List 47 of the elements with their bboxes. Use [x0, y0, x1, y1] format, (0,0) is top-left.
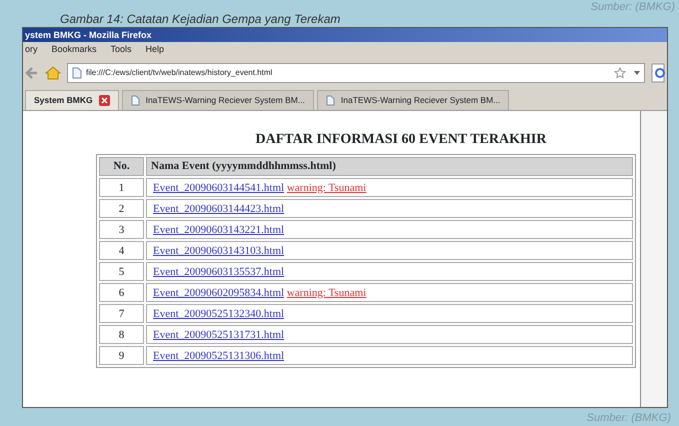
tab-label: InaTEWS-Warning Reciever System BM... — [340, 94, 500, 107]
browser-tab[interactable]: System BMKG — [25, 90, 119, 110]
event-link[interactable]: Event_20090603143103.html — [153, 244, 284, 256]
page-icon — [130, 95, 140, 106]
scrollbar[interactable] — [640, 111, 667, 407]
event-link[interactable]: Event_20090525131306.html — [153, 350, 284, 362]
event-link[interactable]: Event_20090603144423.html — [153, 202, 284, 214]
caret-icon[interactable] — [634, 71, 640, 75]
window-title: ystem BMKG - Mozilla Firefox — [23, 28, 667, 42]
back-icon[interactable] — [25, 66, 39, 80]
event-link[interactable]: Event_20090525131731.html — [153, 328, 284, 340]
row-number: 8 — [99, 325, 144, 344]
browser-tab[interactable]: InaTEWS-Warning Reciever System BM... — [316, 90, 510, 110]
figure-caption: Gambar 14: Catatan Kejadian Gempa yang Terekam — [60, 11, 340, 28]
tab-label: System BMKG — [34, 94, 93, 107]
page-icon — [326, 95, 335, 106]
warning-link[interactable]: warning: Tsunami — [286, 182, 366, 194]
address-bar[interactable]: file:///C:/ews/client/tv/web/inatews/history_event.html — [67, 63, 645, 83]
event-link[interactable]: Event_20090603143221.html — [153, 224, 284, 236]
row-number: 6 — [99, 283, 144, 302]
menu-item[interactable]: ory — [25, 43, 38, 57]
page-icon — [72, 67, 82, 79]
browser-tab[interactable]: InaTEWS-Warning Reciever System BM... — [122, 90, 314, 110]
row-number: 9 — [99, 346, 144, 365]
close-icon[interactable] — [98, 95, 110, 106]
row-number: 3 — [99, 220, 144, 239]
event-link[interactable]: Event_20090525132340.html — [153, 308, 284, 320]
event-link[interactable]: Event_20090603135537.html — [153, 266, 284, 278]
home-icon[interactable] — [45, 66, 61, 80]
row-number: 7 — [99, 304, 144, 323]
menu-item[interactable]: Tools — [110, 43, 132, 57]
event-link[interactable]: Event_20090602095834.html — [153, 286, 284, 298]
row-number: 5 — [99, 262, 144, 281]
event-link[interactable]: Event_20090603144541.html — [153, 182, 284, 194]
url-text: file:///C:/ews/client/tv/web/inatews/history_event.html — [86, 67, 272, 79]
tab-label: InaTEWS-Warning Reciever System BM... — [146, 94, 305, 107]
row-number: 1 — [99, 178, 144, 197]
star-icon[interactable] — [614, 67, 626, 79]
column-header: Nama Event (yyyymmddhhmmss.html) — [146, 157, 633, 176]
menu-item[interactable]: Help — [146, 43, 164, 57]
column-header: No. — [99, 157, 144, 176]
search-engine-icon[interactable] — [651, 63, 665, 83]
row-number: 4 — [99, 241, 144, 260]
row-number: 2 — [99, 199, 144, 218]
menu-item[interactable]: Bookmarks — [52, 43, 97, 57]
warning-link[interactable]: warning: Tsunami — [286, 286, 366, 298]
page-heading: DAFTAR INFORMASI 60 EVENT TERAKHIR — [254, 131, 548, 149]
